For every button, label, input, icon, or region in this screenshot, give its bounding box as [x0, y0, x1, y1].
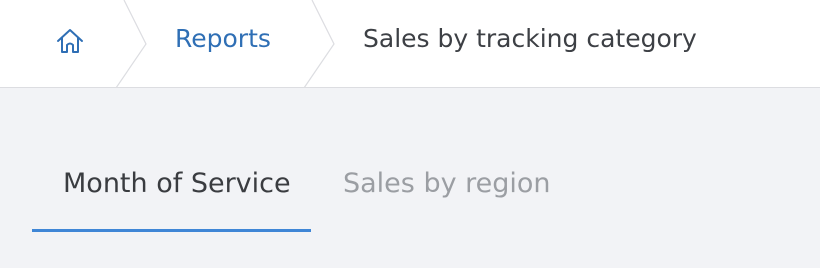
- breadcrumb-separator: [115, 0, 147, 88]
- breadcrumb-separator: [303, 0, 335, 88]
- active-tab-indicator: [32, 229, 311, 232]
- breadcrumb-item-reports[interactable]: Reports: [175, 22, 271, 56]
- home-icon: [57, 29, 83, 53]
- breadcrumb: Reports Sales by tracking category: [0, 0, 820, 88]
- breadcrumb-current-page: Sales by tracking category: [363, 24, 697, 53]
- breadcrumb-home-link[interactable]: [52, 24, 88, 58]
- tab-month-of-service[interactable]: Month of Service: [63, 164, 291, 204]
- tab-sales-by-region[interactable]: Sales by region: [343, 164, 551, 204]
